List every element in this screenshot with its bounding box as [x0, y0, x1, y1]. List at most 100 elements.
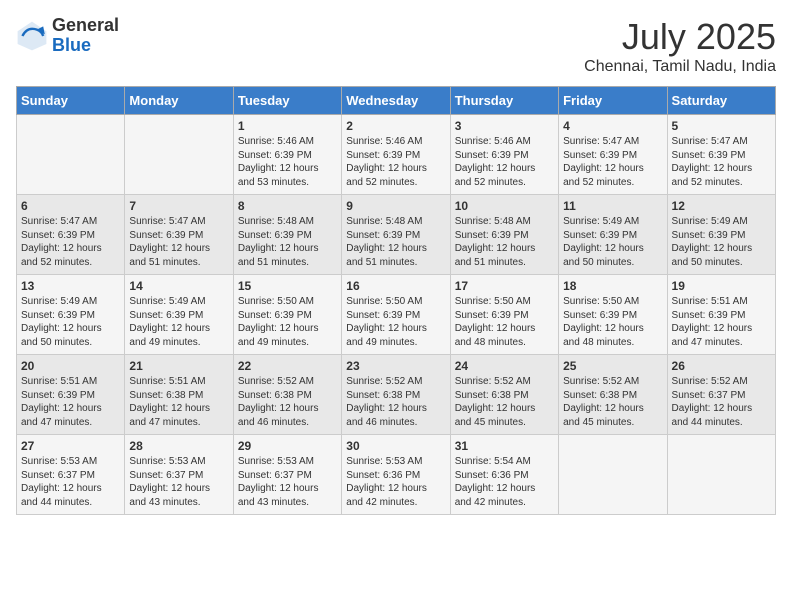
day-number: 21	[129, 359, 228, 373]
day-cell	[125, 115, 233, 195]
day-number: 27	[21, 439, 120, 453]
day-detail: Sunrise: 5:50 AMSunset: 6:39 PMDaylight:…	[455, 295, 554, 349]
day-number: 26	[672, 359, 771, 373]
day-cell: 2Sunrise: 5:46 AMSunset: 6:39 PMDaylight…	[342, 115, 450, 195]
day-number: 7	[129, 199, 228, 213]
calendar-table: SundayMondayTuesdayWednesdayThursdayFrid…	[16, 86, 776, 515]
day-number: 28	[129, 439, 228, 453]
day-detail: Sunrise: 5:49 AMSunset: 6:39 PMDaylight:…	[563, 215, 662, 269]
logo-text: General Blue	[52, 16, 119, 56]
day-number: 18	[563, 279, 662, 293]
day-number: 4	[563, 119, 662, 133]
day-number: 31	[455, 439, 554, 453]
location-title: Chennai, Tamil Nadu, India	[584, 58, 776, 76]
logo-icon	[16, 20, 48, 52]
day-header-friday: Friday	[559, 87, 667, 115]
day-cell: 24Sunrise: 5:52 AMSunset: 6:38 PMDayligh…	[450, 355, 558, 435]
day-detail: Sunrise: 5:53 AMSunset: 6:37 PMDaylight:…	[21, 455, 120, 509]
day-detail: Sunrise: 5:52 AMSunset: 6:38 PMDaylight:…	[563, 375, 662, 429]
day-header-saturday: Saturday	[667, 87, 775, 115]
day-cell: 12Sunrise: 5:49 AMSunset: 6:39 PMDayligh…	[667, 195, 775, 275]
day-number: 5	[672, 119, 771, 133]
day-detail: Sunrise: 5:53 AMSunset: 6:37 PMDaylight:…	[238, 455, 337, 509]
day-cell: 18 Sunrise: 5:50 AMSunset: 6:39 PMDayligh…	[559, 275, 667, 355]
week-row-1: 1Sunrise: 5:46 AMSunset: 6:39 PMDaylight…	[17, 115, 776, 195]
day-cell: 20Sunrise: 5:51 AMSunset: 6:39 PMDayligh…	[17, 355, 125, 435]
day-cell: 8 Sunrise: 5:48 AMSunset: 6:39 PMDaylight…	[233, 195, 341, 275]
day-cell: 23Sunrise: 5:52 AMSunset: 6:38 PMDayligh…	[342, 355, 450, 435]
day-number: 16	[346, 279, 445, 293]
day-cell	[559, 435, 667, 515]
day-header-wednesday: Wednesday	[342, 87, 450, 115]
day-number: 9	[346, 199, 445, 213]
day-number: 22	[238, 359, 337, 373]
day-detail: Sunrise: 5:46 AMSunset: 6:39 PMDaylight:…	[455, 135, 554, 189]
day-detail: Sunrise: 5:52 AMSunset: 6:38 PMDaylight:…	[238, 375, 337, 429]
day-cell: 22 Sunrise: 5:52 AMSunset: 6:38 PMDayligh…	[233, 355, 341, 435]
day-detail: Sunrise: 5:51 AMSunset: 6:39 PMDaylight:…	[21, 375, 120, 429]
day-cell: 5 Sunrise: 5:47 AMSunset: 6:39 PMDaylight…	[667, 115, 775, 195]
week-row-2: 6 Sunrise: 5:47 AMSunset: 6:39 PMDaylight…	[17, 195, 776, 275]
day-number: 11	[563, 199, 662, 213]
day-header-row: SundayMondayTuesdayWednesdayThursdayFrid…	[17, 87, 776, 115]
day-detail: Sunrise: 5:52 AMSunset: 6:37 PMDaylight:…	[672, 375, 771, 429]
day-cell: 27 Sunrise: 5:53 AMSunset: 6:37 PMDayligh…	[17, 435, 125, 515]
day-detail: Sunrise: 5:52 AMSunset: 6:38 PMDaylight:…	[346, 375, 445, 429]
day-detail: Sunrise: 5:50 AMSunset: 6:39 PMDaylight:…	[563, 295, 662, 349]
day-number: 14	[129, 279, 228, 293]
day-detail: Sunrise: 5:46 AMSunset: 6:39 PMDaylight:…	[238, 135, 337, 189]
day-number: 30	[346, 439, 445, 453]
day-cell: 31 Sunrise: 5:54 AMSunset: 6:36 PMDayligh…	[450, 435, 558, 515]
day-number: 8	[238, 199, 337, 213]
day-cell: 14 Sunrise: 5:49 AMSunset: 6:39 PMDayligh…	[125, 275, 233, 355]
day-detail: Sunrise: 5:49 AMSunset: 6:39 PMDaylight:…	[672, 215, 771, 269]
day-detail: Sunrise: 5:48 AMSunset: 6:39 PMDaylight:…	[455, 215, 554, 269]
day-cell: 7 Sunrise: 5:47 AMSunset: 6:39 PMDaylight…	[125, 195, 233, 275]
day-cell: 1Sunrise: 5:46 AMSunset: 6:39 PMDaylight…	[233, 115, 341, 195]
day-number: 15	[238, 279, 337, 293]
logo: General Blue	[16, 16, 119, 56]
day-cell: 4 Sunrise: 5:47 AMSunset: 6:39 PMDaylight…	[559, 115, 667, 195]
day-header-monday: Monday	[125, 87, 233, 115]
day-cell: 9 Sunrise: 5:48 AMSunset: 6:39 PMDaylight…	[342, 195, 450, 275]
day-detail: Sunrise: 5:53 AMSunset: 6:36 PMDaylight:…	[346, 455, 445, 509]
day-cell: 13 Sunrise: 5:49 AMSunset: 6:39 PMDayligh…	[17, 275, 125, 355]
day-cell: 25Sunrise: 5:52 AMSunset: 6:38 PMDayligh…	[559, 355, 667, 435]
day-cell: 28 Sunrise: 5:53 AMSunset: 6:37 PMDayligh…	[125, 435, 233, 515]
day-detail: Sunrise: 5:49 AMSunset: 6:39 PMDaylight:…	[21, 295, 120, 349]
day-header-tuesday: Tuesday	[233, 87, 341, 115]
day-detail: Sunrise: 5:54 AMSunset: 6:36 PMDaylight:…	[455, 455, 554, 509]
day-detail: Sunrise: 5:53 AMSunset: 6:37 PMDaylight:…	[129, 455, 228, 509]
day-detail: Sunrise: 5:48 AMSunset: 6:39 PMDaylight:…	[346, 215, 445, 269]
day-detail: Sunrise: 5:47 AMSunset: 6:39 PMDaylight:…	[672, 135, 771, 189]
day-number: 13	[21, 279, 120, 293]
day-detail: Sunrise: 5:49 AMSunset: 6:39 PMDaylight:…	[129, 295, 228, 349]
day-cell: 15 Sunrise: 5:50 AMSunset: 6:39 PMDayligh…	[233, 275, 341, 355]
day-number: 29	[238, 439, 337, 453]
day-number: 6	[21, 199, 120, 213]
title-area: July 2025 Chennai, Tamil Nadu, India	[584, 16, 776, 76]
day-cell: 16 Sunrise: 5:50 AMSunset: 6:39 PMDayligh…	[342, 275, 450, 355]
logo-blue-text: Blue	[52, 36, 119, 56]
day-detail: Sunrise: 5:50 AMSunset: 6:39 PMDaylight:…	[346, 295, 445, 349]
day-detail: Sunrise: 5:52 AMSunset: 6:38 PMDaylight:…	[455, 375, 554, 429]
day-cell: 10Sunrise: 5:48 AMSunset: 6:39 PMDayligh…	[450, 195, 558, 275]
week-row-4: 20Sunrise: 5:51 AMSunset: 6:39 PMDayligh…	[17, 355, 776, 435]
day-cell	[17, 115, 125, 195]
week-row-5: 27 Sunrise: 5:53 AMSunset: 6:37 PMDayligh…	[17, 435, 776, 515]
day-detail: Sunrise: 5:51 AMSunset: 6:38 PMDaylight:…	[129, 375, 228, 429]
day-cell: 19Sunrise: 5:51 AMSunset: 6:39 PMDayligh…	[667, 275, 775, 355]
day-cell: 29 Sunrise: 5:53 AMSunset: 6:37 PMDayligh…	[233, 435, 341, 515]
day-detail: Sunrise: 5:47 AMSunset: 6:39 PMDaylight:…	[129, 215, 228, 269]
month-title: July 2025	[584, 16, 776, 58]
day-number: 17	[455, 279, 554, 293]
day-number: 2	[346, 119, 445, 133]
day-detail: Sunrise: 5:47 AMSunset: 6:39 PMDaylight:…	[563, 135, 662, 189]
day-detail: Sunrise: 5:47 AMSunset: 6:39 PMDaylight:…	[21, 215, 120, 269]
day-detail: Sunrise: 5:50 AMSunset: 6:39 PMDaylight:…	[238, 295, 337, 349]
day-cell: 17 Sunrise: 5:50 AMSunset: 6:39 PMDayligh…	[450, 275, 558, 355]
day-detail: Sunrise: 5:48 AMSunset: 6:39 PMDaylight:…	[238, 215, 337, 269]
day-header-sunday: Sunday	[17, 87, 125, 115]
day-cell: 3Sunrise: 5:46 AMSunset: 6:39 PMDaylight…	[450, 115, 558, 195]
day-cell	[667, 435, 775, 515]
